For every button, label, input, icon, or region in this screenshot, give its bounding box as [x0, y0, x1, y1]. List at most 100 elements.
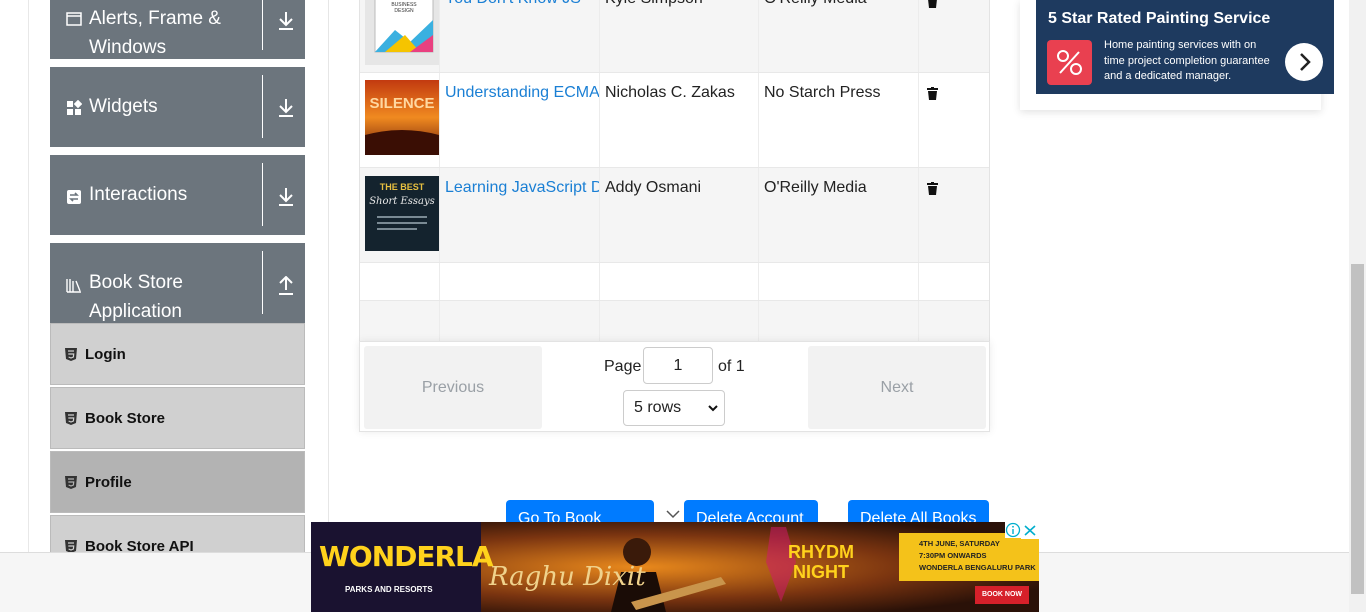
svg-text:THE BEST: THE BEST [380, 182, 425, 192]
group-widgets[interactable]: Widgets [50, 67, 305, 147]
divider [262, 75, 263, 138]
previous-button[interactable]: Previous [364, 346, 542, 429]
group-alerts-frame-windows[interactable]: Alerts, Frame & Windows [50, 0, 305, 59]
next-button[interactable]: Next [808, 346, 986, 429]
trash-icon[interactable] [927, 87, 938, 100]
cell-author: Kyle Simpson [600, 0, 759, 72]
ad-banner-bottom[interactable]: WONDERLA PARKS AND RESORTS Raghu Dixit R… [311, 522, 1039, 612]
ad-brand-sub: PARKS AND RESORTS [345, 585, 433, 594]
sidebar-item-book-store[interactable]: Book Store [50, 387, 305, 449]
ad-logo [1047, 40, 1092, 85]
ad-info-button[interactable] [1005, 522, 1021, 538]
cell-title: Understanding ECMAScript 6 [440, 73, 600, 167]
info-icon [1005, 522, 1021, 538]
interactions-icon [67, 190, 81, 204]
chevron-down-icon[interactable] [665, 509, 681, 519]
svg-text:DESIGN: DESIGN [394, 8, 414, 14]
cell-publisher: O'Reilly Media [759, 168, 919, 262]
book-author: Kyle Simpson [605, 0, 703, 8]
cell-image: SILENCE [360, 73, 440, 167]
divider [262, 163, 263, 226]
ad-close-button[interactable] [1021, 522, 1039, 539]
cell-empty [759, 301, 919, 341]
cell-author: Addy Osmani [600, 168, 759, 262]
group-book-store-application[interactable]: Book Store Application [50, 243, 305, 323]
table-row: SILENCE Understanding ECMAScript 6 Nicho… [360, 73, 989, 168]
ad-venue: WONDERLA BENGALURU PARK [919, 563, 1036, 572]
cell-image: THE BEST Short Essays [360, 168, 440, 262]
book-title-link[interactable]: Understanding ECMAScript 6 [445, 84, 599, 102]
page: Alerts, Frame & Windows Widgets Interact… [0, 0, 1366, 612]
svg-text:SILENCE: SILENCE [369, 95, 434, 112]
cell-action [919, 168, 989, 262]
ad-info-box: 4TH JUNE, SATURDAY 7:30PM ONWARDS WONDER… [899, 533, 1039, 581]
cell-publisher: No Starch Press [759, 73, 919, 167]
group-title: Interactions [89, 184, 188, 205]
ad-time: 7:30PM ONWARDS [919, 551, 987, 560]
trash-icon[interactable] [927, 182, 938, 195]
cell-empty [600, 263, 759, 300]
cell-title: Learning JavaScript Design Patterns [440, 168, 600, 262]
pagination: Previous Page 1 of 1 5 rows Next [359, 341, 990, 432]
book-title-link[interactable]: Learning JavaScript Design Patterns [445, 179, 599, 197]
table-row-empty [360, 301, 989, 341]
sidebar-item-profile[interactable]: Profile [50, 451, 305, 513]
book-publisher: No Starch Press [764, 84, 881, 101]
widgets-icon [67, 100, 82, 115]
chevron-down-icon [708, 405, 718, 412]
cell-empty [440, 263, 600, 300]
rows-per-page-select[interactable]: 5 rows [623, 390, 725, 426]
ad-next-button[interactable] [1285, 43, 1323, 81]
sidebar-item-label: Book Store [85, 410, 166, 427]
cell-empty [759, 263, 919, 300]
cell-action [919, 0, 989, 72]
chevron-right-icon [1300, 53, 1311, 71]
book-cover-image[interactable]: THE BEST Short Essays [365, 176, 439, 251]
rows-select-value: 5 rows [634, 399, 682, 416]
scrollbar-thumb[interactable] [1351, 264, 1364, 594]
page-number-input[interactable]: 1 [643, 347, 713, 384]
ad-artist: Raghu Dixit [489, 562, 646, 592]
window-icon [66, 12, 82, 26]
ad-book-now-button[interactable]: BOOK NOW [975, 586, 1029, 604]
percent-icon [1057, 50, 1082, 75]
book-cover-image[interactable]: SILENCE [365, 80, 439, 155]
cell-author: Nicholas C. Zakas [600, 73, 759, 167]
book-publisher: O'Reilly Media [764, 179, 867, 196]
arrow-down-icon[interactable] [277, 11, 295, 31]
arrow-up-icon[interactable] [277, 276, 295, 296]
cell-empty [360, 301, 440, 341]
book-author: Addy Osmani [605, 179, 702, 196]
sidebar: Alerts, Frame & Windows Widgets Interact… [28, 0, 329, 577]
group-interactions[interactable]: Interactions [50, 155, 305, 235]
table-row: BUSINESS DESIGN You Don't Know JS Kyle S… [360, 0, 989, 73]
cell-empty [600, 301, 759, 341]
books-icon [66, 279, 81, 293]
page-label: Page [604, 358, 642, 375]
cell-image: BUSINESS DESIGN [360, 0, 440, 72]
ad-date: 4TH JUNE, SATURDAY [919, 539, 1000, 548]
group-title: Widgets [89, 96, 158, 117]
ad-event: RHYDM NIGHT [788, 542, 854, 582]
svg-text:Short Essays: Short Essays [369, 196, 435, 207]
ad-brand: WONDERLA [319, 540, 494, 573]
cell-action [919, 73, 989, 167]
divider [262, 251, 263, 314]
ad-description: Home painting services with on time proj… [1104, 39, 1270, 82]
close-icon [1024, 525, 1036, 536]
book-title-link[interactable]: You Don't Know JS [445, 0, 581, 8]
arrow-down-icon[interactable] [277, 187, 295, 207]
sidebar-item-login[interactable]: Login [50, 323, 305, 385]
html5-icon [65, 476, 77, 489]
book-cover-image[interactable]: BUSINESS DESIGN [365, 0, 439, 65]
sidebar-item-label: Login [85, 346, 126, 363]
html5-icon [65, 412, 77, 425]
trash-icon[interactable] [927, 0, 938, 8]
group-title: Alerts, Frame & [89, 8, 221, 29]
book-publisher: O'Reilly Media [764, 0, 867, 8]
book-author: Nicholas C. Zakas [605, 84, 735, 101]
ad-banner-right[interactable]: 5 Star Rated Painting Service Home paint… [1036, 0, 1334, 94]
arrow-down-icon[interactable] [277, 98, 295, 118]
html5-icon [65, 348, 77, 361]
scrollbar[interactable] [1349, 0, 1366, 612]
